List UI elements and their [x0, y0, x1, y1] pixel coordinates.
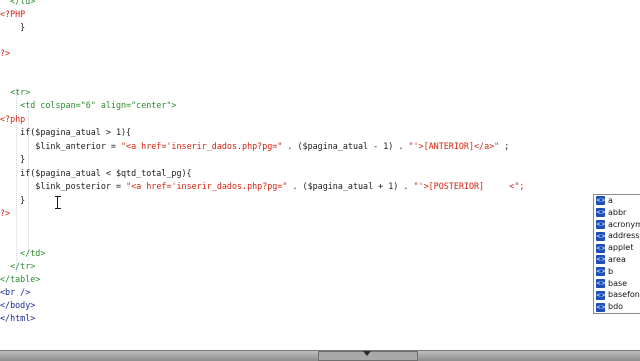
autocomplete-item-label: a [608, 196, 613, 205]
autocomplete-item[interactable]: bdo [594, 301, 640, 313]
code-token: </body> [0, 300, 36, 310]
code-token: } [0, 195, 26, 205]
code-token: <"; [509, 181, 525, 191]
code-line: </td> [0, 0, 35, 8]
autocomplete-item-label: applet [608, 243, 634, 253]
code-token: </html> [0, 313, 36, 323]
html-tag-icon [596, 231, 605, 242]
code-line: </tr> [0, 260, 35, 273]
code-token: } [0, 22, 26, 32]
code-line: <tr> [0, 86, 30, 99]
code-line: <?PHP [0, 8, 25, 21]
autocomplete-item-label: acronym [608, 219, 640, 229]
code-token: <?php [0, 114, 26, 124]
code-line: $link_posterior = "<a href='inserir_dado… [0, 180, 524, 193]
autocomplete-item-label: base [608, 278, 628, 288]
code-token: "'>[ANTERIOR]</a>" [408, 141, 500, 151]
autocomplete-item[interactable]: acronym [594, 219, 640, 231]
code-line: <?php [0, 113, 25, 126]
html-tag-icon [596, 278, 605, 289]
html-tag-icon [596, 266, 605, 277]
code-token: . ($pagina_atual + 1) . [287, 181, 414, 191]
code-line: if($pagina_atual > 1){ [0, 126, 131, 139]
code-token: . ($pagina_atual - 1) . [282, 141, 409, 151]
code-token: </tr> [0, 261, 36, 271]
autocomplete-item-label: abbr [608, 207, 627, 217]
code-line: <td colspan="6" align="center"> [0, 99, 176, 112]
code-token: $link_anterior = [0, 141, 122, 151]
code-line: </html> [0, 312, 35, 325]
autocomplete-item-label: bdo [608, 302, 624, 312]
code-token: if($pagina_atual < $qtd_total_pg){ [0, 168, 192, 178]
autocomplete-item[interactable]: a [594, 195, 640, 207]
code-token: } [0, 154, 26, 164]
scroll-down-icon[interactable] [363, 351, 371, 356]
code-token: </table> [0, 274, 41, 284]
html-tag-icon [596, 254, 605, 265]
autocomplete-item-label: address [608, 231, 640, 241]
code-line: } [0, 21, 25, 34]
autocomplete-item[interactable]: abbr [594, 207, 640, 219]
code-token: <tr> [0, 87, 31, 97]
html-tag-icon [596, 302, 605, 313]
code-line: </td> [0, 247, 45, 260]
code-token: <br /> [0, 287, 31, 297]
autocomplete-item-label: b [608, 266, 614, 276]
code-token: $link_posterior = [0, 181, 127, 191]
code-token: <td colspan="6" align="center"> [0, 100, 177, 110]
autocomplete-item[interactable]: base [594, 278, 640, 290]
code-line: </table> [0, 273, 40, 286]
code-token: if($pagina_atual > 1){ [0, 127, 132, 137]
code-token: </td> [0, 248, 46, 258]
autocomplete-item[interactable]: area [594, 254, 640, 266]
code-line: ?> [0, 47, 10, 60]
html-tag-icon [596, 243, 605, 254]
code-line: } [0, 153, 25, 166]
code-token: "'>[POSTERIOR] [413, 181, 485, 191]
autocomplete-item[interactable]: b [594, 266, 640, 278]
autocomplete-item[interactable]: basefont [594, 289, 640, 301]
code-line: </body> [0, 299, 35, 312]
html-tag-icon [596, 290, 605, 301]
code-token: ?> [0, 48, 11, 58]
code-token: "<a href='inserir_dados.php?pg=" [121, 141, 283, 151]
code-token: ?> [0, 208, 11, 218]
autocomplete-popup[interactable]: a abbr acronym address appletarea b base basefo… [593, 194, 640, 314]
code-editor[interactable]: </td> <?PHP } ?> <tr> <td colspan="6" alig… [0, 0, 640, 350]
code-line: <br /> [0, 286, 30, 299]
code-line: ?> [0, 207, 10, 220]
autocomplete-item-label: basefont [608, 290, 640, 300]
autocomplete-item[interactable]: address [594, 230, 640, 242]
code-token: <?PHP [0, 9, 26, 19]
html-tag-icon [596, 207, 605, 218]
code-token: </td> [0, 0, 36, 6]
code-line: } [0, 194, 25, 207]
code-token: ; [499, 141, 510, 151]
html-tag-icon [596, 219, 605, 230]
code-line: $link_anterior = "<a href='inserir_dados… [0, 140, 509, 153]
html-tag-icon [596, 195, 605, 206]
autocomplete-item[interactable]: applet [594, 242, 640, 254]
text-cursor-icon [55, 196, 63, 209]
autocomplete-item-label: area [608, 254, 626, 264]
code-token: "<a href='inserir_dados.php?pg=" [126, 181, 288, 191]
code-line: if($pagina_atual < $qtd_total_pg){ [0, 167, 192, 180]
